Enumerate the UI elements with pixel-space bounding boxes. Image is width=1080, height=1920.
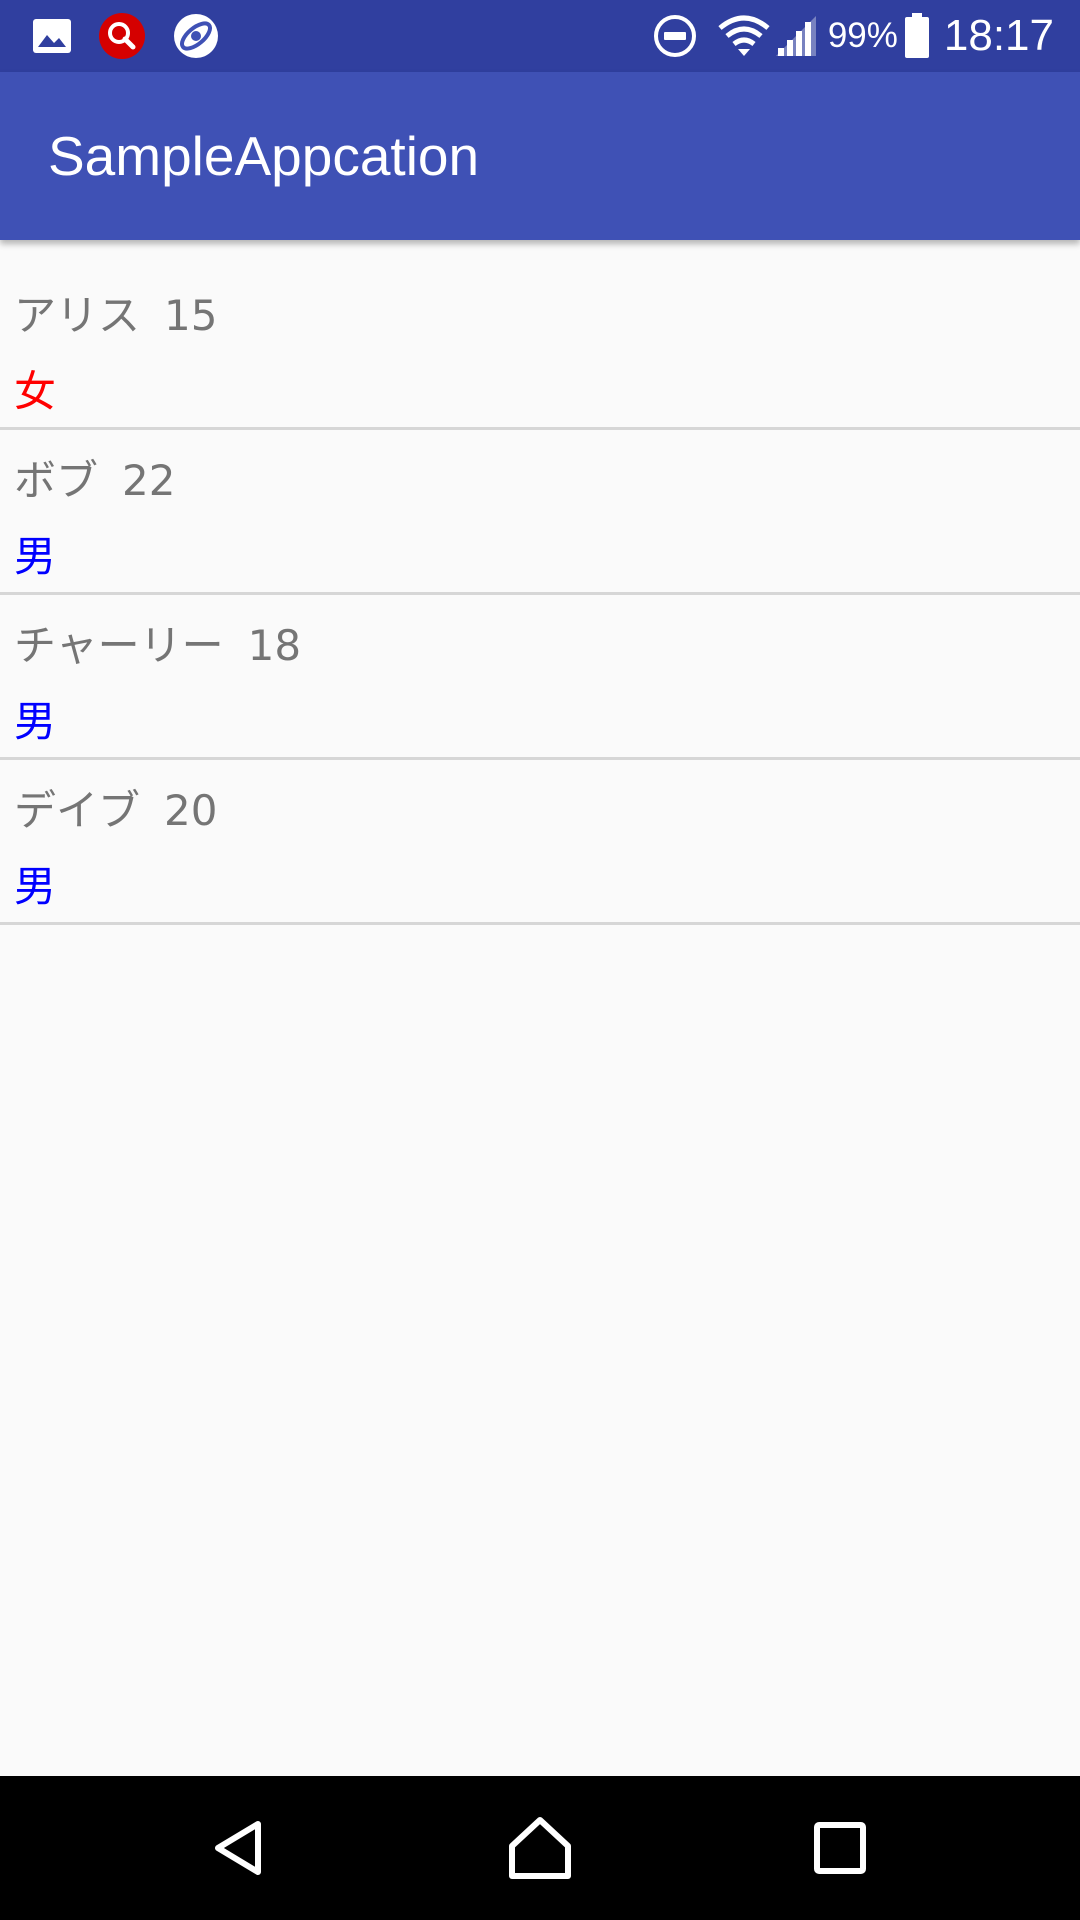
item-name-age: アリス 15	[14, 282, 217, 343]
item-name: チャーリー	[14, 621, 224, 670]
battery-percent: 99%	[827, 16, 898, 55]
do-not-disturb-icon	[652, 13, 698, 59]
app-title: SampleAppcation	[48, 125, 480, 187]
item-name: デイブ	[14, 786, 141, 835]
item-age: 22	[122, 456, 176, 505]
item-name: ボブ	[14, 456, 99, 505]
notification-icons	[32, 10, 220, 62]
status-bar: 99% 18:17	[0, 0, 1080, 72]
item-age: 18	[247, 621, 302, 670]
person-list: アリス 15 女 ボブ 22 男 チャーリー 18 男 デイブ 20 男	[0, 240, 1080, 925]
back-icon[interactable]	[190, 1798, 290, 1898]
wifi-icon	[718, 14, 770, 58]
home-icon[interactable]	[490, 1798, 590, 1898]
search-app-icon	[98, 12, 146, 60]
system-status: 99% 18:17	[652, 0, 1054, 72]
item-name: アリス	[14, 291, 141, 340]
item-age: 15	[164, 291, 218, 340]
app-logo-icon	[172, 12, 220, 60]
list-item[interactable]: アリス 15 女	[0, 240, 1080, 430]
cell-signal-icon	[774, 14, 818, 58]
app-bar: SampleAppcation	[0, 72, 1080, 240]
clock: 18:17	[943, 11, 1054, 60]
item-gender: 男	[14, 697, 57, 746]
recents-icon[interactable]	[790, 1798, 890, 1898]
item-gender: 男	[14, 862, 57, 911]
item-name-age: ボブ 22	[14, 447, 175, 508]
item-name-age: デイブ 20	[14, 777, 217, 838]
battery-icon	[904, 13, 930, 59]
list-item[interactable]: ボブ 22 男	[0, 430, 1080, 595]
navigation-bar	[0, 1776, 1080, 1920]
item-gender: 男	[14, 532, 57, 581]
list-item[interactable]: チャーリー 18 男	[0, 595, 1080, 760]
item-age: 20	[164, 786, 218, 835]
gallery-icon	[32, 18, 72, 54]
item-name-age: チャーリー 18	[14, 612, 301, 673]
list-item[interactable]: デイブ 20 男	[0, 760, 1080, 925]
item-gender: 女	[14, 367, 57, 416]
